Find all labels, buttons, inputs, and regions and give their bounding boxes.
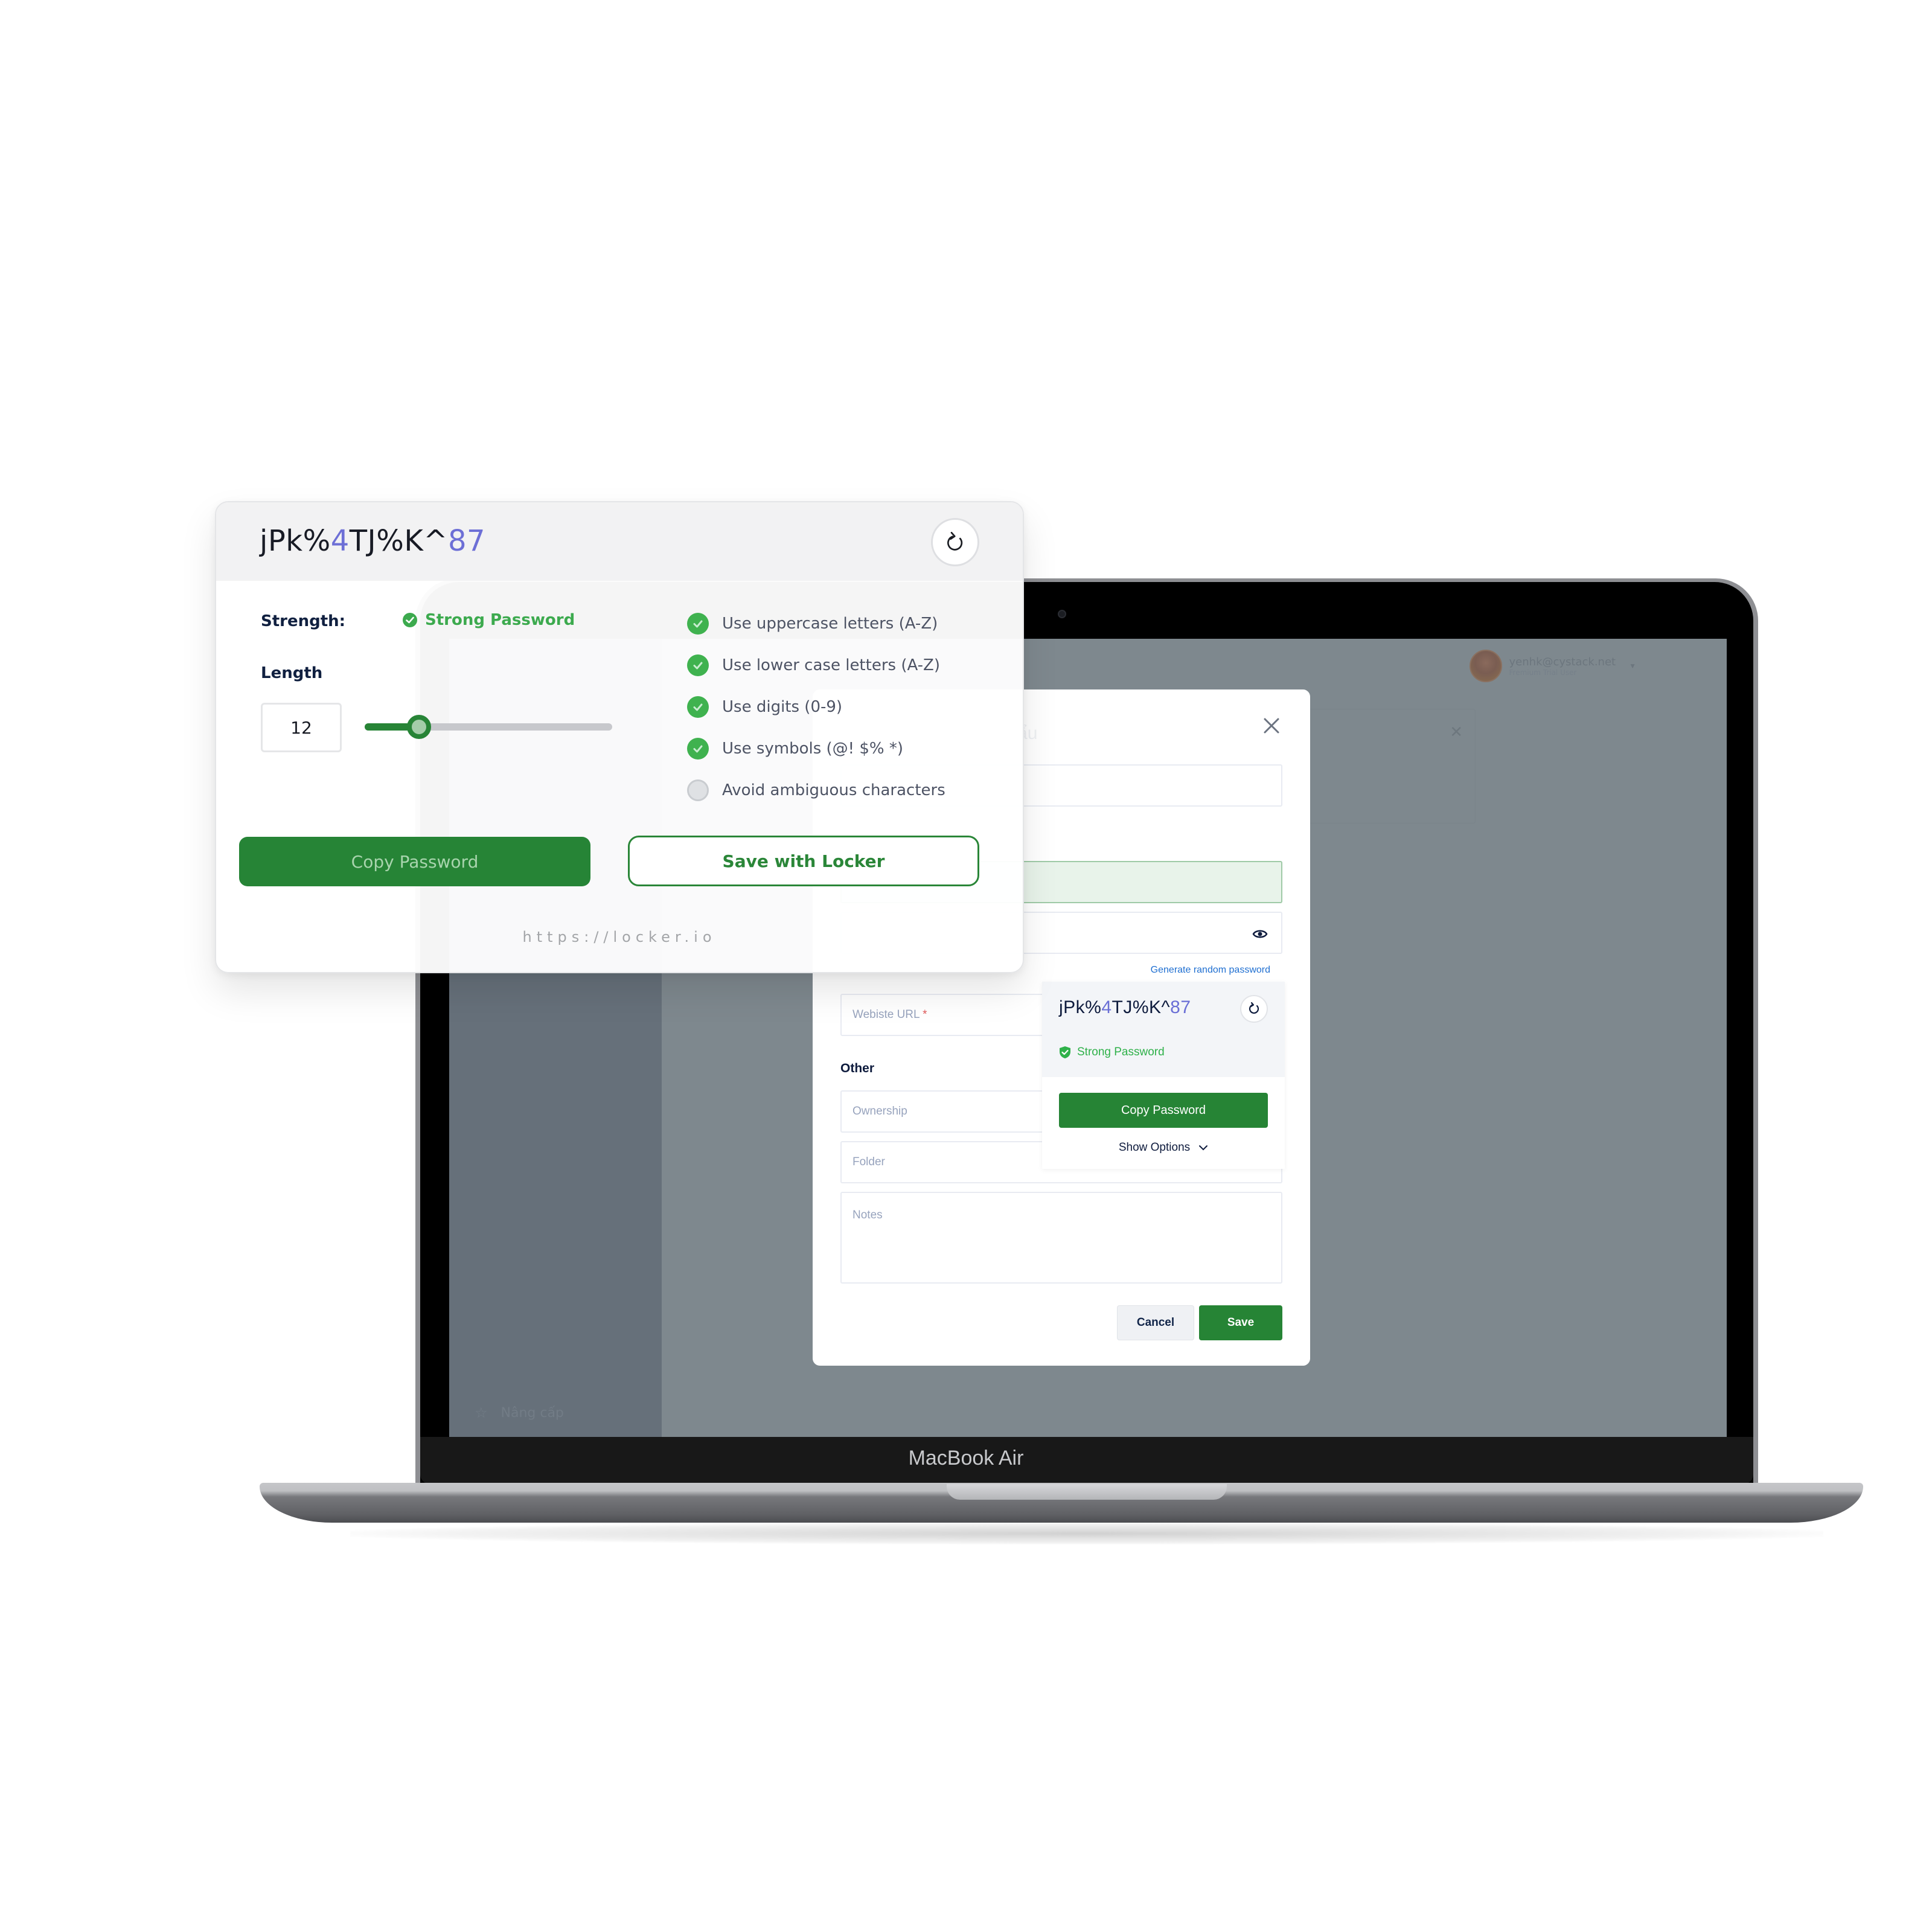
checkbox-checked-icon[interactable] — [687, 696, 709, 718]
copy-password-button[interactable]: Copy Password — [1059, 1093, 1268, 1128]
rule-label: Use uppercase letters (A-Z) — [722, 614, 938, 633]
user-menu[interactable]: yenhk@cystack.net Fremium Trial User ▼ — [1469, 650, 1636, 682]
check-circle-icon — [403, 613, 417, 627]
generate-password-link[interactable]: Generate random password — [1151, 965, 1270, 976]
regenerate-button[interactable] — [1240, 995, 1268, 1023]
close-icon[interactable] — [1262, 716, 1281, 735]
close-icon[interactable]: ✕ — [1450, 723, 1463, 741]
strength-indicator: Strong Password — [1059, 1046, 1165, 1059]
notes-textarea[interactable]: Notes — [840, 1192, 1282, 1284]
mini-password-generator: jPk%4TJ%K^87 Strong Password Copy Passwo… — [1042, 982, 1285, 1169]
strength-label: Strong Password — [1077, 1046, 1165, 1058]
avatar — [1469, 650, 1502, 682]
notes-placeholder: Notes — [852, 1209, 883, 1221]
refresh-icon — [1249, 1002, 1259, 1014]
show-options-toggle[interactable]: Show Options — [1042, 1141, 1285, 1154]
save-button[interactable]: Save — [1199, 1305, 1282, 1340]
cancel-button[interactable]: Cancel — [1117, 1305, 1194, 1340]
save-with-locker-button[interactable]: Save with Locker — [628, 836, 979, 886]
checkbox-checked-icon[interactable] — [687, 654, 709, 676]
password-segment: TJ%K^ — [1112, 997, 1171, 1017]
laptop-hinge-notch — [947, 1484, 1227, 1500]
password-segment: 87 — [448, 524, 486, 558]
rule-option[interactable]: Use uppercase letters (A-Z) — [687, 603, 945, 644]
device-brand-label: MacBook Air — [908, 1447, 1024, 1470]
user-plan: Fremium Trial User — [1509, 668, 1577, 677]
rule-label: Use digits (0-9) — [722, 697, 843, 716]
strength-indicator: Strong Password — [402, 611, 575, 629]
length-label: Length — [261, 664, 323, 682]
character-rules: Use uppercase letters (A-Z) Use lower cas… — [687, 603, 945, 811]
rule-option[interactable]: Use symbols (@! $% *) — [687, 728, 945, 769]
password-segment: jPk% — [1059, 997, 1102, 1017]
rule-label: Avoid ambiguous characters — [722, 781, 945, 799]
required-mark: * — [923, 1008, 927, 1021]
password-segment: 4 — [1101, 997, 1112, 1017]
camera-icon — [1058, 610, 1066, 618]
show-options-label: Show Options — [1118, 1141, 1191, 1154]
length-input[interactable] — [261, 703, 342, 752]
password-segment: TJ%K^ — [349, 524, 449, 558]
website-url-placeholder: Webiste URL — [852, 1008, 920, 1021]
password-segment: jPk% — [260, 524, 331, 558]
strength-label: Strength: — [261, 612, 346, 630]
ownership-placeholder: Ownership — [852, 1105, 907, 1118]
eye-icon[interactable] — [1252, 926, 1268, 942]
strength-value: Strong Password — [425, 611, 575, 629]
rule-option[interactable]: Avoid ambiguous characters — [687, 769, 945, 811]
chevron-down-icon — [1199, 1145, 1208, 1151]
copy-password-button[interactable]: Copy Password — [239, 837, 590, 886]
other-section-label: Other — [840, 1061, 875, 1075]
checkbox-checked-icon[interactable] — [687, 737, 709, 760]
checkbox-unchecked-icon[interactable] — [687, 779, 709, 801]
star-icon: ☆ — [475, 1404, 488, 1421]
regenerate-button[interactable] — [931, 518, 979, 566]
caret-down-icon: ▼ — [1629, 662, 1636, 670]
sidebar-item-upgrade[interactable]: ☆ Nâng cấp — [475, 1404, 564, 1421]
refresh-icon — [947, 531, 963, 551]
footer-url[interactable]: https://locker.io — [216, 929, 1023, 945]
checkbox-checked-icon[interactable] — [687, 612, 709, 635]
slider-thumb[interactable] — [407, 715, 432, 739]
laptop-shadow — [350, 1523, 1823, 1544]
password-segment: 4 — [330, 524, 350, 558]
length-slider[interactable] — [365, 714, 612, 740]
shield-check-icon — [1060, 1046, 1070, 1058]
generated-password: jPk%4TJ%K^87 — [260, 524, 485, 558]
rule-option[interactable]: Use digits (0-9) — [687, 686, 945, 728]
rule-label: Use lower case letters (A-Z) — [722, 656, 941, 674]
password-generator-popup: jPk%4TJ%K^87 Strength: Strong Password L… — [215, 501, 1024, 973]
user-email: yenhk@cystack.net — [1509, 655, 1616, 668]
password-segment: 87 — [1170, 997, 1191, 1017]
rule-label: Use symbols (@! $% *) — [722, 739, 904, 758]
sidebar-item-label: Nâng cấp — [501, 1405, 564, 1421]
rule-option[interactable]: Use lower case letters (A-Z) — [687, 644, 945, 686]
folder-placeholder: Folder — [852, 1156, 885, 1168]
generated-password: jPk%4TJ%K^87 — [1059, 997, 1191, 1018]
